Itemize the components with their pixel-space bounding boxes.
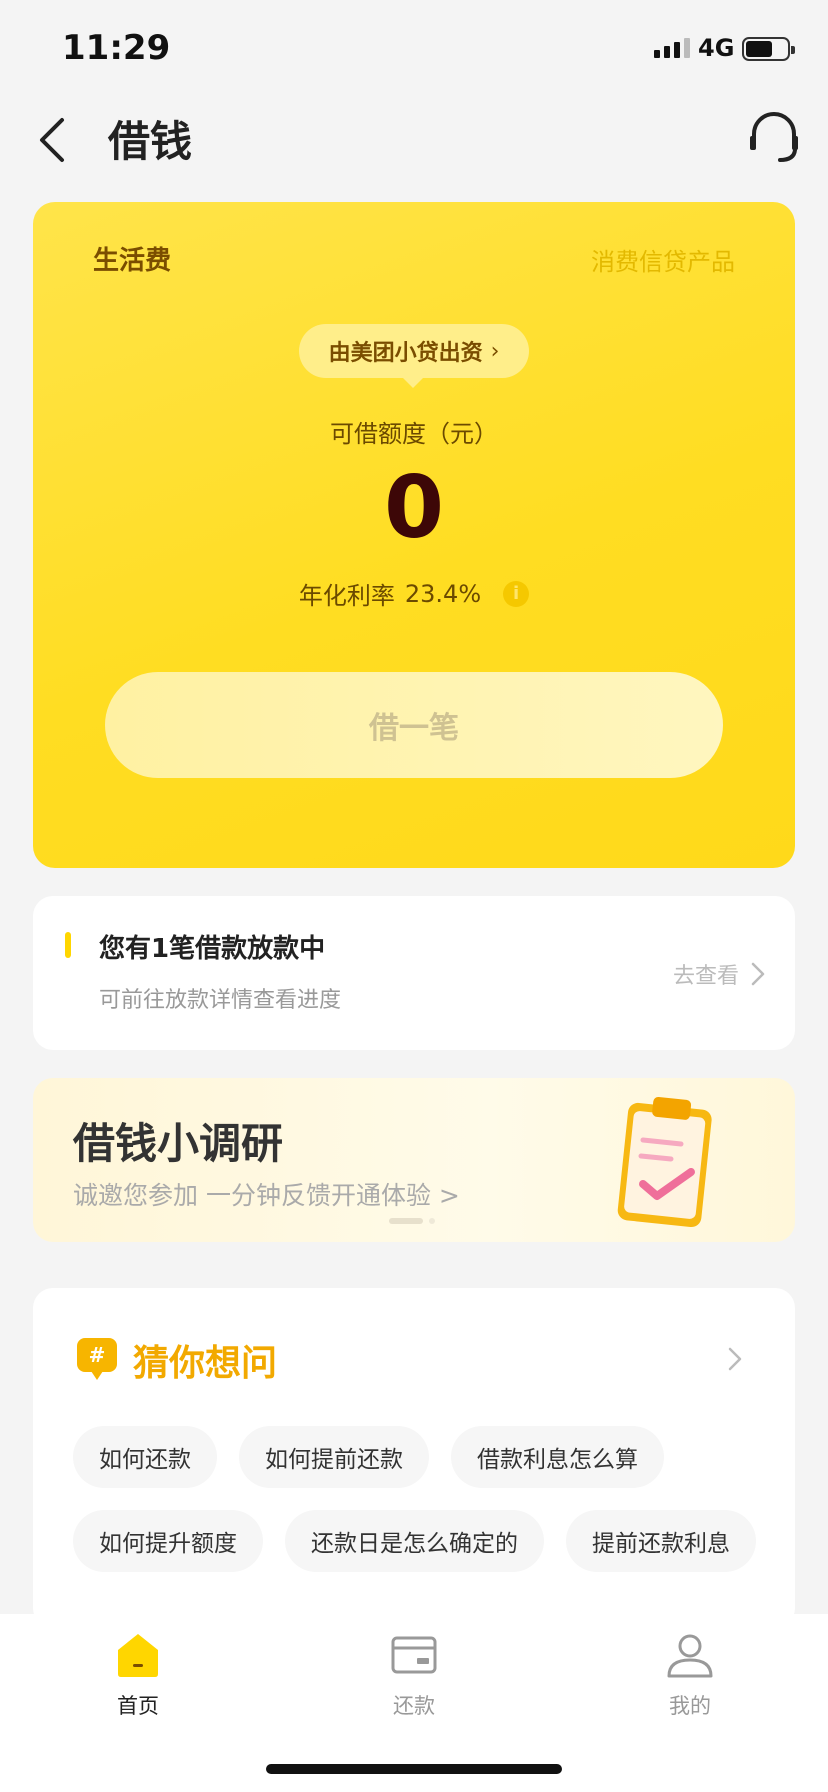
survey-subtitle: 诚邀您参加 一分钟反馈开通体验 >: [73, 1181, 460, 1210]
card-icon: [391, 1636, 437, 1674]
tab-label: 首页: [117, 1694, 159, 1718]
status-time: 11:29: [62, 28, 171, 68]
rate-row: 年化利率 23.4% i: [33, 576, 795, 611]
rate-label: 年化利率: [298, 582, 395, 610]
notice-accent-bar: [65, 932, 71, 958]
notice-subtitle: 可前往放款详情查看进度: [99, 988, 342, 1013]
view-details-link[interactable]: 去查看: [673, 958, 765, 990]
page-title: 借钱: [108, 117, 193, 166]
faq-chip[interactable]: 如何提前还款: [239, 1426, 429, 1488]
disbursement-notice-card[interactable]: 您有1笔借款放款中 可前往放款详情查看进度 去查看: [33, 896, 795, 1050]
tab-home[interactable]: 首页: [68, 1630, 208, 1720]
battery-icon: [742, 37, 795, 61]
view-details-label: 去查看: [672, 964, 739, 989]
home-indicator[interactable]: [266, 1764, 562, 1774]
faq-title: 猜你想问: [133, 1343, 278, 1384]
tab-repay[interactable]: 还款: [344, 1630, 484, 1720]
back-button[interactable]: [30, 108, 80, 168]
faq-row: 如何提升额度 还款日是怎么确定的 提前还款利息: [73, 1510, 787, 1572]
faq-chip[interactable]: 还款日是怎么确定的: [285, 1510, 544, 1572]
headset-icon: [750, 112, 798, 162]
borrow-button[interactable]: 借一笔: [105, 672, 723, 778]
faq-chip[interactable]: 提前还款利息: [566, 1510, 756, 1572]
product-name: 生活费: [93, 246, 172, 276]
signal-icon: [654, 38, 690, 58]
chevron-right-icon[interactable]: [727, 1346, 743, 1372]
product-type: 消费信贷产品: [591, 248, 735, 276]
customer-service-button[interactable]: [746, 108, 802, 164]
chevron-right-icon: [751, 962, 765, 986]
limit-value: 0: [384, 458, 444, 558]
rate-value: 23.4%: [404, 579, 482, 608]
borrow-page: 11:29 4G 借钱 生活费 消费信贷产品 由美团小贷出资 › 可借额度（元）: [0, 0, 828, 1792]
network-type: 4G: [698, 34, 735, 62]
faq-chip[interactable]: 如何还款: [73, 1426, 217, 1488]
tab-label: 我的: [669, 1694, 711, 1718]
chevron-left-icon: [40, 118, 64, 162]
loan-card: 生活费 消费信贷产品 由美团小贷出资 › 可借额度（元） 0 年化利率 23.4…: [33, 202, 795, 868]
faq-row: 如何还款 如何提前还款 借款利息怎么算: [73, 1426, 664, 1488]
faq-chip[interactable]: 借款利息怎么算: [451, 1426, 664, 1488]
tab-label: 还款: [393, 1694, 435, 1718]
faq-card: # 猜你想问 如何还款 如何提前还款 借款利息怎么算 如何提升额度 还款日是怎么…: [33, 1288, 795, 1628]
notice-title: 您有1笔借款放款中: [99, 934, 326, 964]
chevron-right-icon: ›: [490, 338, 500, 364]
survey-title: 借钱小调研: [73, 1119, 284, 1168]
user-icon: [667, 1634, 713, 1678]
svg-text:#: #: [89, 1343, 106, 1367]
tab-mine[interactable]: 我的: [620, 1630, 760, 1720]
lender-label: 由美团小贷出资: [328, 341, 483, 366]
clipboard-icon: [617, 1096, 712, 1228]
limit-label: 可借额度（元）: [330, 420, 498, 448]
faq-chip[interactable]: 如何提升额度: [73, 1510, 263, 1572]
lender-chip[interactable]: 由美团小贷出资 ›: [299, 324, 529, 388]
status-bar: 11:29 4G: [0, 0, 828, 96]
hashtag-bubble-icon: #: [77, 1338, 117, 1380]
info-icon[interactable]: i: [503, 580, 530, 607]
home-icon: [118, 1634, 158, 1677]
survey-banner[interactable]: 借钱小调研 诚邀您参加 一分钟反馈开通体验 >: [33, 1078, 795, 1242]
carousel-indicator: [389, 1218, 435, 1224]
